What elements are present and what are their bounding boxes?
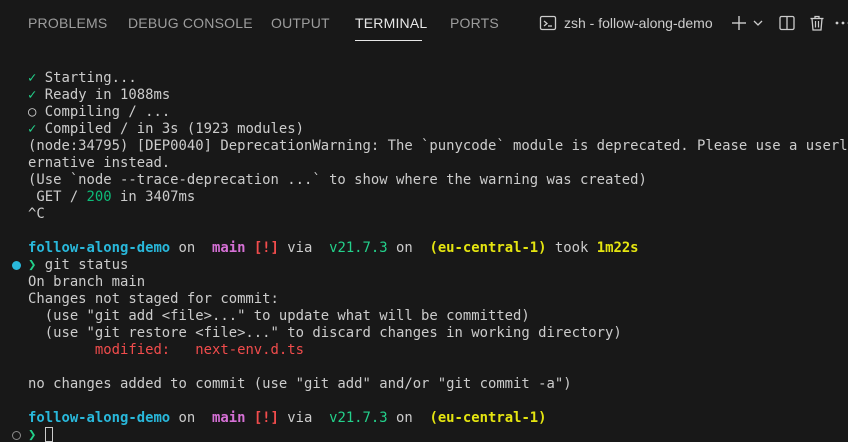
more-actions-button[interactable] xyxy=(834,12,848,34)
prompt-text: on xyxy=(387,410,422,426)
command-status-dot[interactable] xyxy=(12,261,21,270)
prompt-directory: follow-along-demo xyxy=(28,240,171,256)
prompt-text: on xyxy=(170,240,204,256)
split-icon xyxy=(779,15,795,31)
terminal-output[interactable]: ✓ Starting... ✓ Ready in 1088ms ○ Compil… xyxy=(0,46,848,442)
tab-ports[interactable]: PORTS xyxy=(450,15,499,31)
terminal-cursor xyxy=(44,427,53,442)
shell-icon xyxy=(539,15,557,31)
tab-problems[interactable]: PROBLEMS xyxy=(28,15,107,31)
command-status-dot[interactable] xyxy=(12,431,21,440)
panel-header: PROBLEMS DEBUG CONSOLE OUTPUT TERMINAL P… xyxy=(0,0,848,46)
terminal-line: no changes added to commit (use "git add… xyxy=(28,376,572,392)
terminal-line: GET / 200 in 3407ms xyxy=(28,189,195,206)
input-line[interactable]: ❯ xyxy=(28,427,53,442)
terminal-line: modified: next-env.d.ts xyxy=(28,342,304,359)
http-status: 200 xyxy=(86,189,112,205)
prompt-branch: main xyxy=(203,410,246,426)
line-text: Compiled / in 3s (1923 modules) xyxy=(36,121,304,137)
modified-file: modified: next-env.d.ts xyxy=(94,342,304,358)
more-icon xyxy=(835,21,848,25)
prompt-node-version: v21.7.3 xyxy=(320,240,388,256)
line-text: Compiling / ... xyxy=(36,104,171,120)
terminal-line: On branch main xyxy=(28,274,146,290)
prompt-region: (eu-central-1) xyxy=(421,240,547,256)
terminal-line: ^C xyxy=(28,206,45,222)
line-text: Ready in 1088ms xyxy=(36,87,171,103)
terminal-line: ✓ Ready in 1088ms xyxy=(28,87,170,104)
command-line: ❯ git status xyxy=(28,257,128,274)
terminal-line: (Use `node --trace-deprecation ...` to s… xyxy=(28,172,647,188)
terminal-line: (use "git restore <file>..." to discard … xyxy=(28,325,622,341)
line-text: GET / xyxy=(28,189,87,205)
split-terminal-button[interactable] xyxy=(776,12,798,34)
prompt-region: (eu-central-1) xyxy=(421,410,547,426)
prompt-node-version: v21.7.3 xyxy=(320,410,388,426)
new-terminal-button[interactable] xyxy=(729,12,749,34)
prompt-duration: 1m22s xyxy=(596,240,639,256)
line-text: in 3407ms xyxy=(111,189,196,205)
terminal-line: ernative instead. xyxy=(28,155,171,171)
trash-icon xyxy=(810,15,824,31)
active-tab-indicator xyxy=(355,40,422,41)
prompt-text: on xyxy=(387,240,422,256)
prompt-git-status: [!] xyxy=(245,410,279,426)
terminal-options-button[interactable] xyxy=(751,12,765,34)
tab-output[interactable]: OUTPUT xyxy=(271,15,330,31)
prompt-line: follow-along-demo on main [!] via v21.7.… xyxy=(28,240,639,257)
terminal-line: ✓ Starting... xyxy=(28,70,137,87)
prompt-text: on xyxy=(170,410,204,426)
prompt-text: via xyxy=(278,410,321,426)
prompt-text: via xyxy=(278,240,321,256)
tab-terminal[interactable]: TERMINAL xyxy=(355,15,427,31)
prompt-arrow: ❯ xyxy=(28,427,37,442)
prompt-line: follow-along-demo on main [!] via v21.7.… xyxy=(28,410,547,427)
terminal-line: (use "git add <file>..." to update what … xyxy=(28,308,530,324)
line-text: Starting... xyxy=(36,70,137,86)
command-text: git status xyxy=(36,257,129,273)
prompt-text: took xyxy=(546,240,597,256)
prompt-git-status: [!] xyxy=(245,240,279,256)
prompt-branch: main xyxy=(203,240,246,256)
prompt-directory: follow-along-demo xyxy=(28,410,171,426)
terminal-line: ✓ Compiled / in 3s (1923 modules) xyxy=(28,121,304,138)
terminal-selector[interactable]: zsh - follow-along-demo xyxy=(538,12,713,34)
tab-debug-console[interactable]: DEBUG CONSOLE xyxy=(128,15,253,31)
kill-terminal-button[interactable] xyxy=(806,12,828,34)
terminal-line: (node:34795) [DEP0040] DeprecationWarnin… xyxy=(28,138,848,154)
chevron-down-icon xyxy=(753,20,763,26)
terminal-line: ○ Compiling / ... xyxy=(28,104,170,121)
terminal-line: Changes not staged for commit: xyxy=(28,291,279,307)
terminal-selector-label: zsh - follow-along-demo xyxy=(564,15,713,31)
plus-icon xyxy=(732,16,746,30)
